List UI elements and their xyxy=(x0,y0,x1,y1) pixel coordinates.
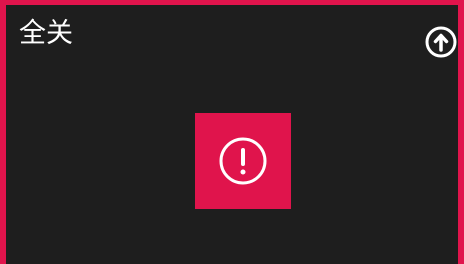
alert-tile[interactable] xyxy=(195,113,291,209)
page-title: 全关 xyxy=(19,18,73,49)
app-window: 全关 xyxy=(0,0,464,264)
arrow-up-circle-icon[interactable] xyxy=(425,26,457,58)
exclamation-circle-icon xyxy=(219,137,267,185)
